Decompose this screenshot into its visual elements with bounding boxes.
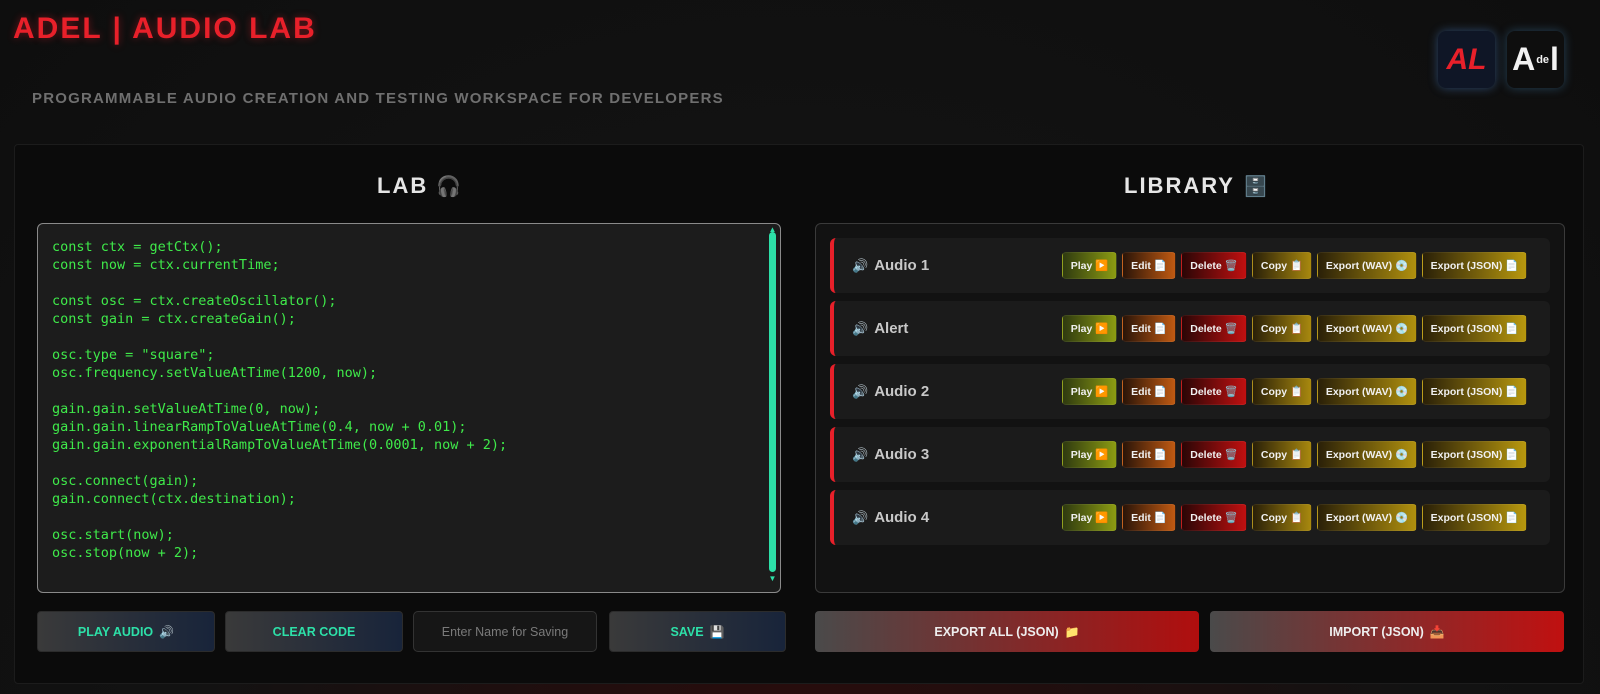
delete-button[interactable]: Delete 🗑️	[1181, 315, 1247, 342]
play-button[interactable]: Play ▶️	[1062, 378, 1117, 405]
play-button[interactable]: Play ▶️	[1062, 252, 1117, 279]
floppy-disk-icon: 💾	[709, 624, 725, 639]
adel-logo[interactable]: Ade l	[1507, 31, 1564, 88]
clear-code-label: CLEAR CODE	[272, 624, 356, 639]
library-item-label: Alert	[874, 320, 909, 337]
export-wav-button[interactable]: Export (WAV) 💿	[1317, 252, 1417, 279]
al-logo[interactable]: AL	[1438, 31, 1495, 88]
al-logo-text: AL	[1446, 42, 1487, 76]
speaker-icon: 🔊	[852, 384, 869, 399]
delete-button[interactable]: Delete 🗑️	[1181, 252, 1247, 279]
folder-icon: 📁	[1064, 624, 1080, 639]
library-item: 🔊 Audio 1 Play ▶️ Edit 📄 Delete 🗑️ Copy 📋…	[830, 238, 1550, 293]
export-json-button[interactable]: Export (JSON) 📄	[1422, 252, 1527, 279]
adel-logo-l: l	[1550, 41, 1559, 77]
copy-button[interactable]: Copy 📋	[1252, 504, 1312, 531]
save-label: SAVE	[670, 624, 704, 639]
code-text[interactable]: const ctx = getCtx(); const now = ctx.cu…	[52, 238, 766, 562]
library-item: 🔊 Audio 2 Play ▶️ Edit 📄 Delete 🗑️ Copy 📋…	[830, 364, 1550, 419]
library-item-label: Audio 3	[874, 446, 930, 463]
code-scrollbar[interactable]	[769, 232, 776, 572]
delete-button[interactable]: Delete 🗑️	[1181, 504, 1247, 531]
copy-button[interactable]: Copy 📋	[1252, 441, 1312, 468]
export-json-button[interactable]: Export (JSON) 📄	[1422, 315, 1527, 342]
speaker-icon: 🔊	[852, 321, 869, 336]
library-item: 🔊 Alert Play ▶️ Edit 📄 Delete 🗑️ Copy 📋 E…	[830, 301, 1550, 356]
library-item-label: Audio 2	[874, 383, 930, 400]
speaker-icon: 🔊	[852, 447, 869, 462]
library-item-name: 🔊 Audio 2	[852, 383, 1052, 400]
export-wav-button[interactable]: Export (WAV) 💿	[1317, 504, 1417, 531]
cabinet-icon: 🗄️	[1242, 176, 1270, 198]
library-item-actions: Play ▶️ Edit 📄 Delete 🗑️ Copy 📋 Export (…	[1062, 441, 1527, 468]
play-button[interactable]: Play ▶️	[1062, 441, 1117, 468]
library-item-label: Audio 4	[874, 509, 930, 526]
play-audio-label: PLAY AUDIO	[77, 624, 154, 639]
adel-logo-de: de	[1536, 53, 1550, 66]
export-json-button[interactable]: Export (JSON) 📄	[1422, 504, 1527, 531]
adel-logo-a: A	[1512, 41, 1536, 77]
headphones-icon: 🎧	[436, 176, 464, 198]
library-item-label: Audio 1	[874, 257, 930, 274]
play-button[interactable]: Play ▶️	[1062, 504, 1117, 531]
export-all-button[interactable]: EXPORT ALL (JSON) 📁	[815, 611, 1199, 652]
import-button[interactable]: IMPORT (JSON) 📥	[1210, 611, 1564, 652]
edit-button[interactable]: Edit 📄	[1122, 441, 1176, 468]
library-item-actions: Play ▶️ Edit 📄 Delete 🗑️ Copy 📋 Export (…	[1062, 504, 1527, 531]
play-audio-button[interactable]: PLAY AUDIO 🔊	[37, 611, 215, 652]
save-button[interactable]: SAVE 💾	[609, 611, 786, 652]
scroll-down-icon[interactable]: ▼	[768, 574, 777, 583]
edit-button[interactable]: Edit 📄	[1122, 504, 1176, 531]
library-item-actions: Play ▶️ Edit 📄 Delete 🗑️ Copy 📋 Export (…	[1062, 252, 1527, 279]
export-wav-button[interactable]: Export (WAV) 💿	[1317, 378, 1417, 405]
save-name-input[interactable]	[413, 611, 597, 652]
header: ADEL | AUDIO LAB PROGRAMMABLE AUDIO CREA…	[0, 0, 1600, 138]
copy-button[interactable]: Copy 📋	[1252, 252, 1312, 279]
library-list: 🔊 Audio 1 Play ▶️ Edit 📄 Delete 🗑️ Copy 📋…	[815, 223, 1565, 593]
library-title: LIBRARY 🗄️	[1124, 173, 1270, 199]
play-button[interactable]: Play ▶️	[1062, 315, 1117, 342]
lab-title-text: LAB	[377, 173, 429, 198]
inbox-icon: 📥	[1429, 624, 1445, 639]
export-json-button[interactable]: Export (JSON) 📄	[1422, 378, 1527, 405]
delete-button[interactable]: Delete 🗑️	[1181, 378, 1247, 405]
library-title-text: LIBRARY	[1124, 173, 1235, 198]
clear-code-button[interactable]: CLEAR CODE	[225, 611, 403, 652]
app-title: ADEL | AUDIO LAB	[13, 12, 317, 45]
edit-button[interactable]: Edit 📄	[1122, 315, 1176, 342]
import-label: IMPORT (JSON)	[1329, 624, 1424, 639]
library-item-actions: Play ▶️ Edit 📄 Delete 🗑️ Copy 📋 Export (…	[1062, 378, 1527, 405]
app-subtitle: PROGRAMMABLE AUDIO CREATION AND TESTING …	[32, 90, 724, 107]
export-all-label: EXPORT ALL (JSON)	[934, 624, 1059, 639]
export-wav-button[interactable]: Export (WAV) 💿	[1317, 441, 1417, 468]
edit-button[interactable]: Edit 📄	[1122, 378, 1176, 405]
library-item-name: 🔊 Alert	[852, 320, 1052, 337]
export-wav-button[interactable]: Export (WAV) 💿	[1317, 315, 1417, 342]
library-item-name: 🔊 Audio 1	[852, 257, 1052, 274]
export-json-button[interactable]: Export (JSON) 📄	[1422, 441, 1527, 468]
speaker-icon: 🔊	[159, 624, 175, 639]
speaker-icon: 🔊	[852, 510, 869, 525]
code-editor[interactable]: const ctx = getCtx(); const now = ctx.cu…	[37, 223, 781, 593]
library-item: 🔊 Audio 3 Play ▶️ Edit 📄 Delete 🗑️ Copy 📋…	[830, 427, 1550, 482]
library-item-actions: Play ▶️ Edit 📄 Delete 🗑️ Copy 📋 Export (…	[1062, 315, 1527, 342]
edit-button[interactable]: Edit 📄	[1122, 252, 1176, 279]
main-panel: LAB 🎧 LIBRARY 🗄️ const ctx = getCtx(); con…	[14, 144, 1584, 684]
library-item: 🔊 Audio 4 Play ▶️ Edit 📄 Delete 🗑️ Copy 📋…	[830, 490, 1550, 545]
lab-title: LAB 🎧	[377, 173, 463, 199]
library-item-name: 🔊 Audio 4	[852, 509, 1052, 526]
copy-button[interactable]: Copy 📋	[1252, 378, 1312, 405]
speaker-icon: 🔊	[852, 258, 869, 273]
library-item-name: 🔊 Audio 3	[852, 446, 1052, 463]
copy-button[interactable]: Copy 📋	[1252, 315, 1312, 342]
delete-button[interactable]: Delete 🗑️	[1181, 441, 1247, 468]
